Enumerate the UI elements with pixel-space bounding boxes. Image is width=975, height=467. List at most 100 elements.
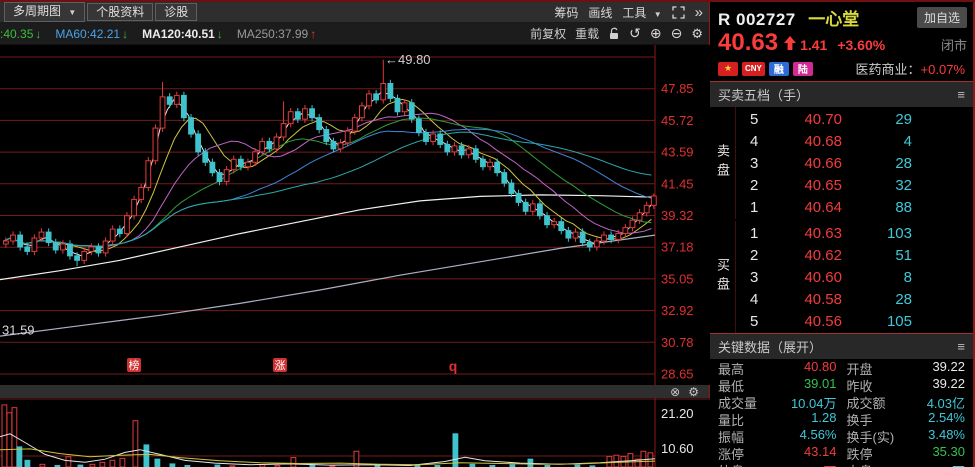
fullscreen-icon[interactable] xyxy=(672,6,685,19)
tools-dropdown-button[interactable]: 工具 ▼ xyxy=(622,4,661,21)
candle-up xyxy=(644,205,649,212)
ma-yellow-line xyxy=(4,99,652,251)
key-data-header[interactable]: 关键数据（展开） ≡ xyxy=(710,333,973,359)
sell-side-label: 卖盘 xyxy=(710,107,736,219)
level: 4 xyxy=(736,291,770,308)
key-data-row: 最高40.80 开盘39.22 xyxy=(718,360,965,377)
undo-icon[interactable]: ↺ xyxy=(629,25,641,42)
candle-down xyxy=(424,133,429,142)
zoom-out-icon[interactable]: ⊖ xyxy=(671,25,683,42)
candle-down xyxy=(459,146,464,155)
close-pane-icon[interactable]: ⊗ xyxy=(670,385,680,399)
ask-row[interactable]: 5 40.70 29 xyxy=(736,108,973,130)
candle-down xyxy=(117,229,122,233)
candle-up xyxy=(552,222,557,225)
candle-down xyxy=(395,98,400,111)
more-panels-button[interactable]: » xyxy=(695,4,703,21)
menu-icon[interactable]: ≡ xyxy=(957,87,965,102)
bid-row[interactable]: 4 40.58 28 xyxy=(736,288,973,310)
period-dropdown-button[interactable]: 多周期图 ▼ xyxy=(4,2,85,22)
candle-down xyxy=(545,216,550,225)
unlock-icon[interactable] xyxy=(608,27,620,40)
ma-legend-item: MA120:40.51↓ xyxy=(142,27,223,41)
diagnose-button[interactable]: 诊股 xyxy=(155,3,197,21)
candle-up xyxy=(338,143,343,149)
r-tag: R xyxy=(718,10,731,29)
reload-button[interactable]: 重载 xyxy=(575,25,599,42)
candlestick-svg[interactable]: 47.8545.7243.5941.4539.3237.1835.0532.92… xyxy=(0,45,710,385)
forward-adjust-button[interactable]: 前复权 xyxy=(530,25,566,42)
bid-row[interactable]: 1 40.63 103 xyxy=(736,222,973,244)
volume: 4 xyxy=(842,133,912,150)
candle-up xyxy=(488,162,493,166)
candle-up xyxy=(139,188,144,200)
event-marker-text: 涨 xyxy=(275,359,286,372)
vol-bar-up xyxy=(291,458,296,467)
menu-icon[interactable]: ≡ xyxy=(957,339,965,354)
bid-row[interactable]: 2 40.62 51 xyxy=(736,244,973,266)
main-candlestick-chart[interactable]: 47.8545.7243.5941.4539.3237.1835.0532.92… xyxy=(0,45,710,385)
ask-row[interactable]: 1 40.64 88 xyxy=(736,196,973,218)
price: 40.70 xyxy=(770,111,842,128)
volume: 29 xyxy=(842,111,912,128)
level: 3 xyxy=(736,269,770,286)
candle-up xyxy=(623,228,628,234)
candle-down xyxy=(68,244,73,256)
y-axis-label: 43.59 xyxy=(661,145,694,160)
candle-down xyxy=(96,247,101,253)
candle-up xyxy=(231,159,236,169)
candle-up xyxy=(260,141,265,151)
price: 40.56 xyxy=(770,313,842,330)
chips-button[interactable]: 筹码 xyxy=(554,4,578,21)
candle-down xyxy=(295,112,300,119)
candle-up xyxy=(303,109,308,119)
key-data-row: 振幅4.56% 换手(实)3.48% xyxy=(718,428,965,445)
level: 5 xyxy=(736,313,770,330)
candle-down xyxy=(331,141,336,148)
cny-badge[interactable]: CNY xyxy=(742,62,765,76)
bid-row[interactable]: 3 40.60 8 xyxy=(736,266,973,288)
candle-down xyxy=(580,232,585,242)
stock-info-button[interactable]: 个股资料 xyxy=(87,3,153,21)
volume-pane[interactable]: 21.2010.60 xyxy=(0,398,710,467)
candle-down xyxy=(210,162,215,172)
industry-link[interactable]: 医药商业：+0.07% xyxy=(856,59,965,78)
vol-bar-down xyxy=(25,460,30,467)
vol-bar-up xyxy=(133,421,138,467)
candle-up xyxy=(246,162,251,166)
candle-down xyxy=(310,109,315,118)
price: 40.62 xyxy=(770,247,842,264)
candle-up xyxy=(573,232,578,238)
candle-up xyxy=(160,97,165,128)
draw-line-button[interactable]: 画线 xyxy=(588,4,612,21)
ask-row[interactable]: 2 40.65 32 xyxy=(736,174,973,196)
order-book-header[interactable]: 买卖五档（手） ≡ xyxy=(710,81,973,107)
vol-bar-down xyxy=(144,445,149,467)
vol-bar-up xyxy=(100,462,105,467)
price-change-pct: +3.60% xyxy=(837,37,885,53)
candle-up xyxy=(345,131,350,143)
key-data-row: 量比1.28 换手2.54% xyxy=(718,411,965,428)
candle-down xyxy=(523,202,528,211)
candle-down xyxy=(566,231,571,238)
ma-legend-item: MA60:42.21↓ xyxy=(55,27,128,41)
period-dropdown-label: 多周期图 xyxy=(13,4,61,18)
bid-row[interactable]: 5 40.56 105 xyxy=(736,310,973,332)
candle-up xyxy=(616,234,621,240)
industry-pct: +0.07% xyxy=(921,62,965,77)
candle-up xyxy=(174,95,179,104)
pane-settings-gear-icon[interactable]: ⚙ xyxy=(688,385,699,399)
ask-row[interactable]: 3 40.66 28 xyxy=(736,152,973,174)
vol-axis-label: 21.20 xyxy=(661,406,694,421)
add-to-watchlist-button[interactable]: 加自选 xyxy=(917,7,967,28)
candle-down xyxy=(374,94,379,100)
vol-ma-yellow xyxy=(0,449,655,465)
stock-connect-badge[interactable]: 陆 xyxy=(793,62,813,76)
ask-section: 卖盘 5 40.70 294 40.68 43 40.66 282 40.65 … xyxy=(710,107,973,219)
ask-row[interactable]: 4 40.68 4 xyxy=(736,130,973,152)
zoom-in-icon[interactable]: ⊕ xyxy=(650,25,662,42)
settings-gear-icon[interactable]: ⚙ xyxy=(691,26,703,42)
volume-svg[interactable]: 21.2010.60 xyxy=(0,398,710,467)
ma-legend-item: :40.35↓ xyxy=(0,27,41,41)
margin-badge[interactable]: 融 xyxy=(769,62,789,76)
